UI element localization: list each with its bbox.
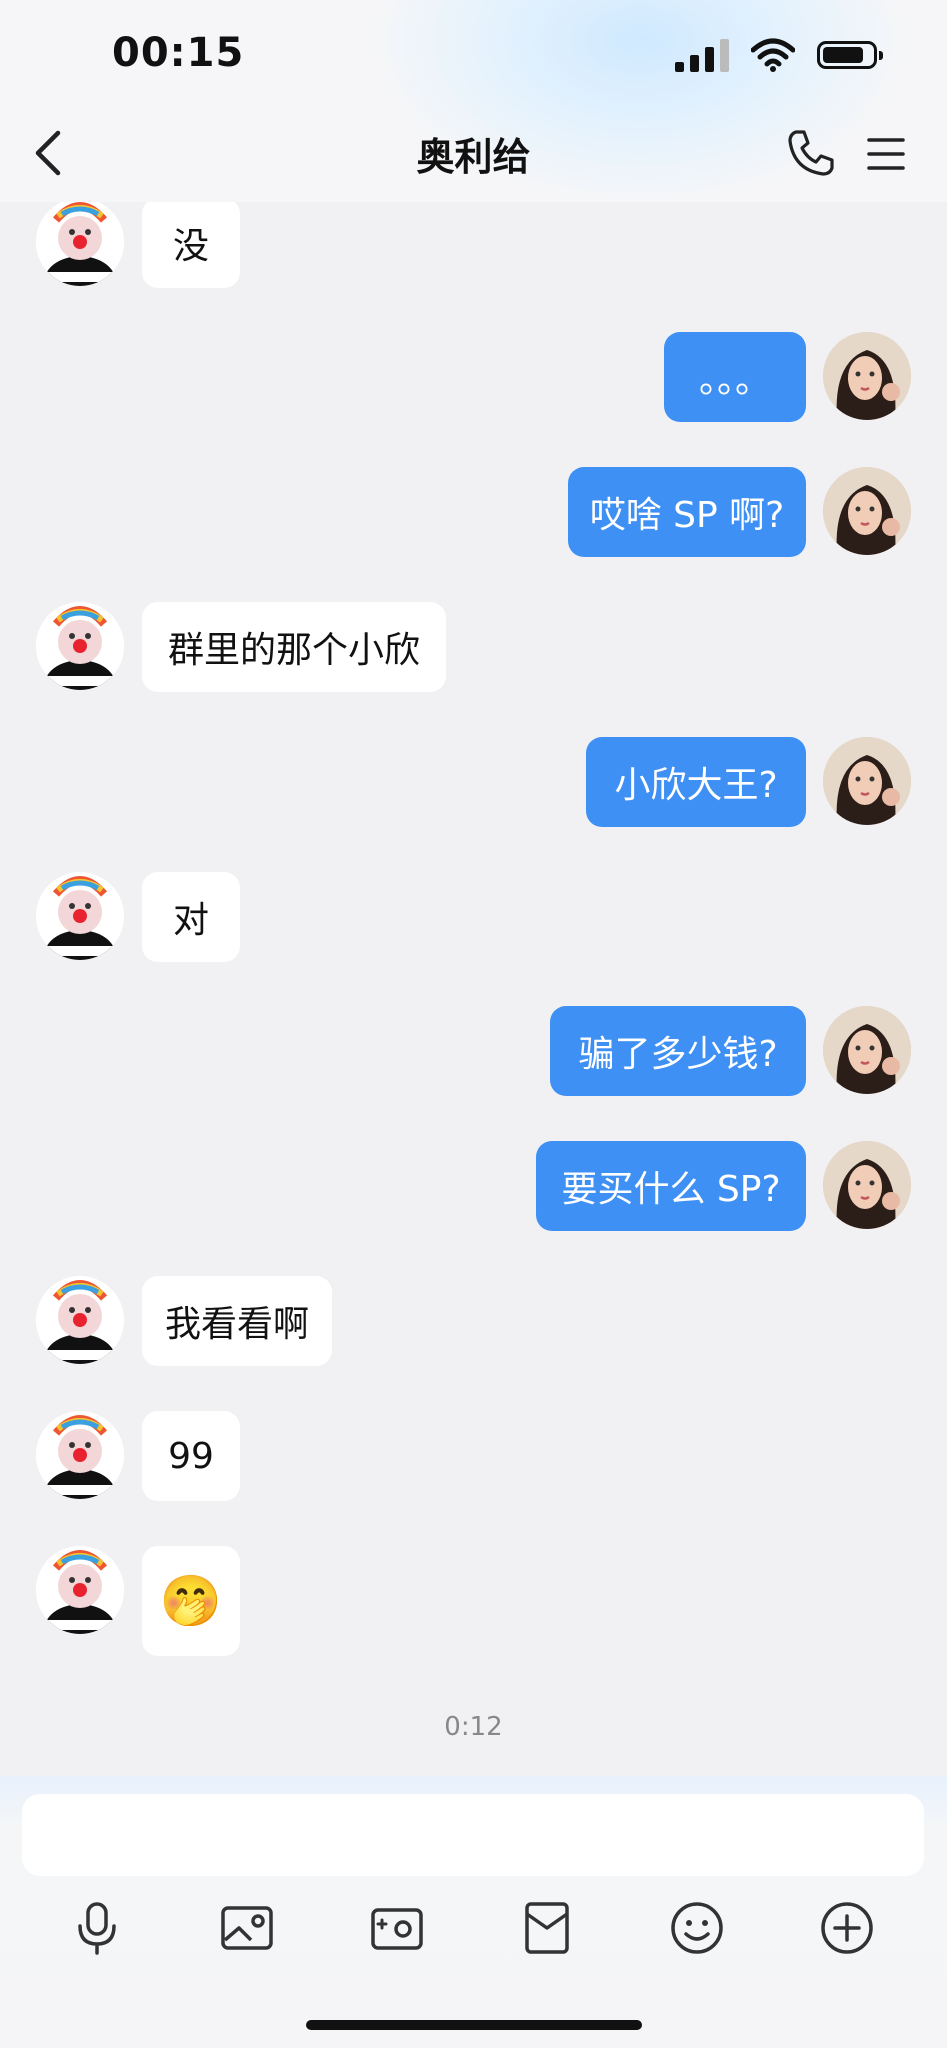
camera-icon [371,1908,423,1950]
contact-avatar[interactable] [36,872,124,960]
contact-avatar[interactable] [36,1276,124,1364]
my-avatar[interactable] [823,332,911,420]
my-avatar[interactable] [823,467,911,555]
my-avatar[interactable] [823,737,911,825]
menu-button[interactable] [866,134,906,174]
top-bar: 00:15 奥利给 [0,0,947,202]
microphone-icon [78,1902,116,1955]
gallery-button[interactable] [217,1898,277,1958]
wifi-icon [751,38,795,72]
contact-avatar[interactable] [36,1546,124,1634]
my-avatar[interactable] [823,1141,911,1229]
home-indicator[interactable] [306,2020,642,2030]
message-bubble-outgoing[interactable]: 小欣大王? [586,737,806,827]
contact-avatar[interactable] [36,198,124,286]
message-input[interactable] [22,1794,924,1876]
message-bubble-incoming[interactable]: 99 [142,1411,240,1501]
contact-avatar[interactable] [36,602,124,690]
message-bubble-incoming[interactable]: 没 [142,198,240,288]
gallery-icon [221,1906,273,1950]
emoji-icon [671,1902,723,1954]
battery-icon [817,41,883,69]
call-timestamp: 0:12 [444,1712,503,1742]
hamburger-menu-icon [867,138,905,170]
plus-icon [821,1902,873,1954]
status-icons [675,38,883,72]
message-bubble-outgoing[interactable]: 哎啥 SP 啊? [568,467,806,557]
my-avatar[interactable] [823,1006,911,1094]
red-packet-icon [525,1902,569,1954]
message-bubble-outgoing[interactable]: 骗了多少钱? [550,1006,806,1096]
contact-avatar[interactable] [36,1411,124,1499]
voice-input-button[interactable] [67,1898,127,1958]
message-bubble-incoming-emoji[interactable]: 🤭 [142,1546,240,1656]
message-bubble-incoming[interactable]: 群里的那个小欣 [142,602,446,692]
phone-icon [788,130,834,176]
message-bubble-incoming[interactable]: 我看看啊 [142,1276,332,1366]
voice-call-button[interactable] [786,128,836,178]
message-bubble-incoming[interactable]: 对 [142,872,240,962]
message-bubble-outgoing[interactable]: 要买什么 SP? [536,1141,806,1231]
more-button[interactable] [817,1898,877,1958]
composer [0,1776,947,2048]
message-bubble-outgoing[interactable]: 。。。 [664,332,806,422]
status-time: 00:15 [112,30,245,76]
cellular-signal-icon [675,38,729,72]
red-packet-button[interactable] [517,1898,577,1958]
emoji-button[interactable] [667,1898,727,1958]
camera-button[interactable] [367,1898,427,1958]
